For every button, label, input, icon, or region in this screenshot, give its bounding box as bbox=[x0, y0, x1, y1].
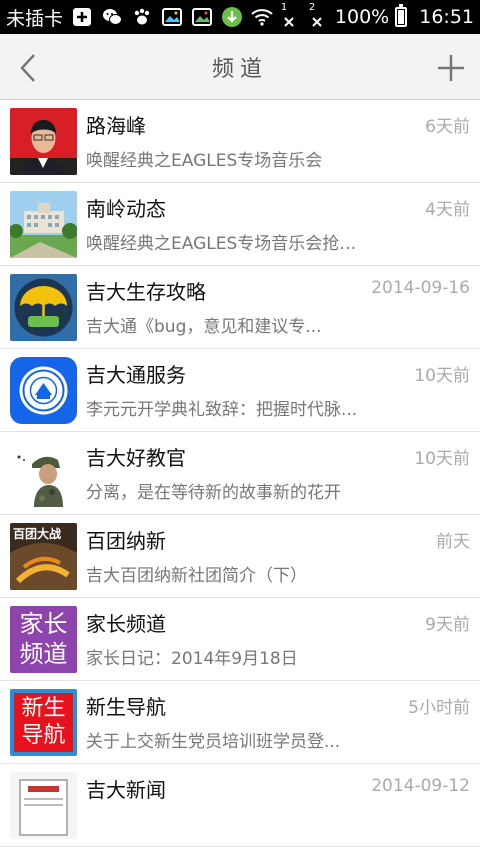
avatar-text-line2: 导航 bbox=[21, 723, 66, 748]
channel-desc: 关于上交新生党员培训班学员登... bbox=[86, 731, 341, 752]
back-button[interactable] bbox=[14, 51, 44, 85]
status-bar: 未插卡 1 2 100% 16:51 bbox=[0, 0, 480, 34]
list-item[interactable]: 吉大生存攻略 2014-09-16 吉大通《bug，意见和建议专... bbox=[0, 266, 480, 349]
no-signal-sim2-icon: 2 bbox=[307, 2, 329, 28]
channel-time: 2014-09-12 bbox=[371, 775, 470, 796]
list-item[interactable]: 家长 频道 家长频道 9天前 家长日记：2014年9月18日 bbox=[0, 598, 480, 681]
channel-time: 5小时前 bbox=[408, 697, 470, 718]
channel-name: 南岭动态 bbox=[86, 196, 166, 221]
wifi-icon bbox=[251, 6, 273, 28]
add-notification-icon bbox=[71, 6, 93, 28]
channel-list: 路海峰 6天前 唤醒经典之EAGLES专场音乐会 南岭动态 4天前 唤醒经典之E… bbox=[0, 100, 480, 847]
channel-time: 2014-09-16 bbox=[371, 277, 470, 298]
avatar-text-line1: 新生 bbox=[21, 696, 66, 721]
add-channel-button[interactable] bbox=[434, 51, 468, 85]
channel-name: 路海峰 bbox=[86, 113, 146, 138]
battery-icon bbox=[395, 4, 408, 27]
sim2-label: 2 bbox=[308, 2, 316, 13]
battery-percent: 100% bbox=[334, 6, 390, 28]
chevron-left-icon bbox=[20, 54, 35, 82]
channel-name: 新生导航 bbox=[86, 694, 166, 719]
avatar-text-line1: 家长 bbox=[19, 610, 68, 638]
avatar: 百团大战 bbox=[10, 522, 77, 590]
channel-time: 6天前 bbox=[425, 116, 470, 137]
channel-name: 吉大新闻 bbox=[86, 777, 166, 802]
channel-time: 前天 bbox=[436, 531, 470, 552]
plus-icon bbox=[438, 55, 464, 81]
channel-desc: 李元元开学典礼致辞：把握时代脉... bbox=[86, 399, 358, 420]
paw-icon bbox=[131, 6, 153, 28]
list-item[interactable]: 南岭动态 4天前 唤醒经典之EAGLES专场音乐会抢票... bbox=[0, 183, 480, 266]
avatar-poster-text: 百团大战 bbox=[13, 526, 62, 541]
list-item[interactable]: 吉大新闻 2014-09-12 bbox=[0, 764, 480, 847]
list-item[interactable]: 路海峰 6天前 唤醒经典之EAGLES专场音乐会 bbox=[0, 100, 480, 183]
avatar bbox=[10, 771, 77, 839]
channel-time: 9天前 bbox=[425, 614, 470, 635]
channel-desc: 吉大通《bug，意见和建议专... bbox=[86, 316, 322, 337]
channel-desc: 吉大百团纳新社团简介（下） bbox=[86, 565, 307, 586]
channel-name: 吉大通服务 bbox=[86, 362, 186, 387]
list-item[interactable]: 吉大通服务 10天前 李元元开学典礼致辞：把握时代脉... bbox=[0, 349, 480, 432]
list-item[interactable]: 新生 导航 新生导航 5小时前 关于上交新生党员培训班学员登... bbox=[0, 681, 480, 764]
channel-desc: 分离，是在等待新的故事新的花开 bbox=[86, 482, 341, 503]
page-title: 频道 bbox=[211, 56, 268, 82]
channel-desc: 唤醒经典之EAGLES专场音乐会抢票... bbox=[86, 233, 366, 254]
channel-name: 吉大好教官 bbox=[86, 445, 186, 470]
download-icon bbox=[221, 6, 243, 28]
carrier-label: 未插卡 bbox=[6, 7, 64, 30]
avatar: 新生 导航 bbox=[10, 688, 77, 756]
avatar bbox=[10, 107, 77, 175]
channel-desc: 家长日记：2014年9月18日 bbox=[86, 648, 298, 669]
channel-time: 10天前 bbox=[414, 448, 470, 469]
no-signal-sim1-icon: 1 bbox=[279, 2, 301, 28]
sim1-label: 1 bbox=[280, 2, 288, 13]
gallery-icon bbox=[161, 6, 183, 28]
avatar bbox=[10, 439, 77, 507]
clock: 16:51 bbox=[419, 6, 474, 28]
avatar-text-line2: 频道 bbox=[19, 640, 68, 668]
avatar bbox=[10, 273, 77, 341]
gallery-icon-2 bbox=[191, 6, 213, 28]
channel-time: 10天前 bbox=[414, 365, 470, 386]
channel-desc: 唤醒经典之EAGLES专场音乐会 bbox=[86, 150, 323, 171]
channel-name: 吉大生存攻略 bbox=[86, 279, 206, 304]
list-item[interactable]: 吉大好教官 10天前 分离，是在等待新的故事新的花开 bbox=[0, 432, 480, 515]
channel-name: 百团纳新 bbox=[86, 528, 166, 553]
list-item[interactable]: 百团大战 百团纳新 前天 吉大百团纳新社团简介（下） bbox=[0, 515, 480, 598]
avatar: 家长 频道 bbox=[10, 605, 77, 673]
channel-name: 家长频道 bbox=[86, 611, 166, 636]
wechat-icon bbox=[101, 6, 123, 28]
channel-time: 4天前 bbox=[425, 199, 470, 220]
avatar bbox=[10, 190, 77, 258]
avatar bbox=[10, 356, 77, 424]
header-bar: 频道 bbox=[0, 34, 480, 100]
